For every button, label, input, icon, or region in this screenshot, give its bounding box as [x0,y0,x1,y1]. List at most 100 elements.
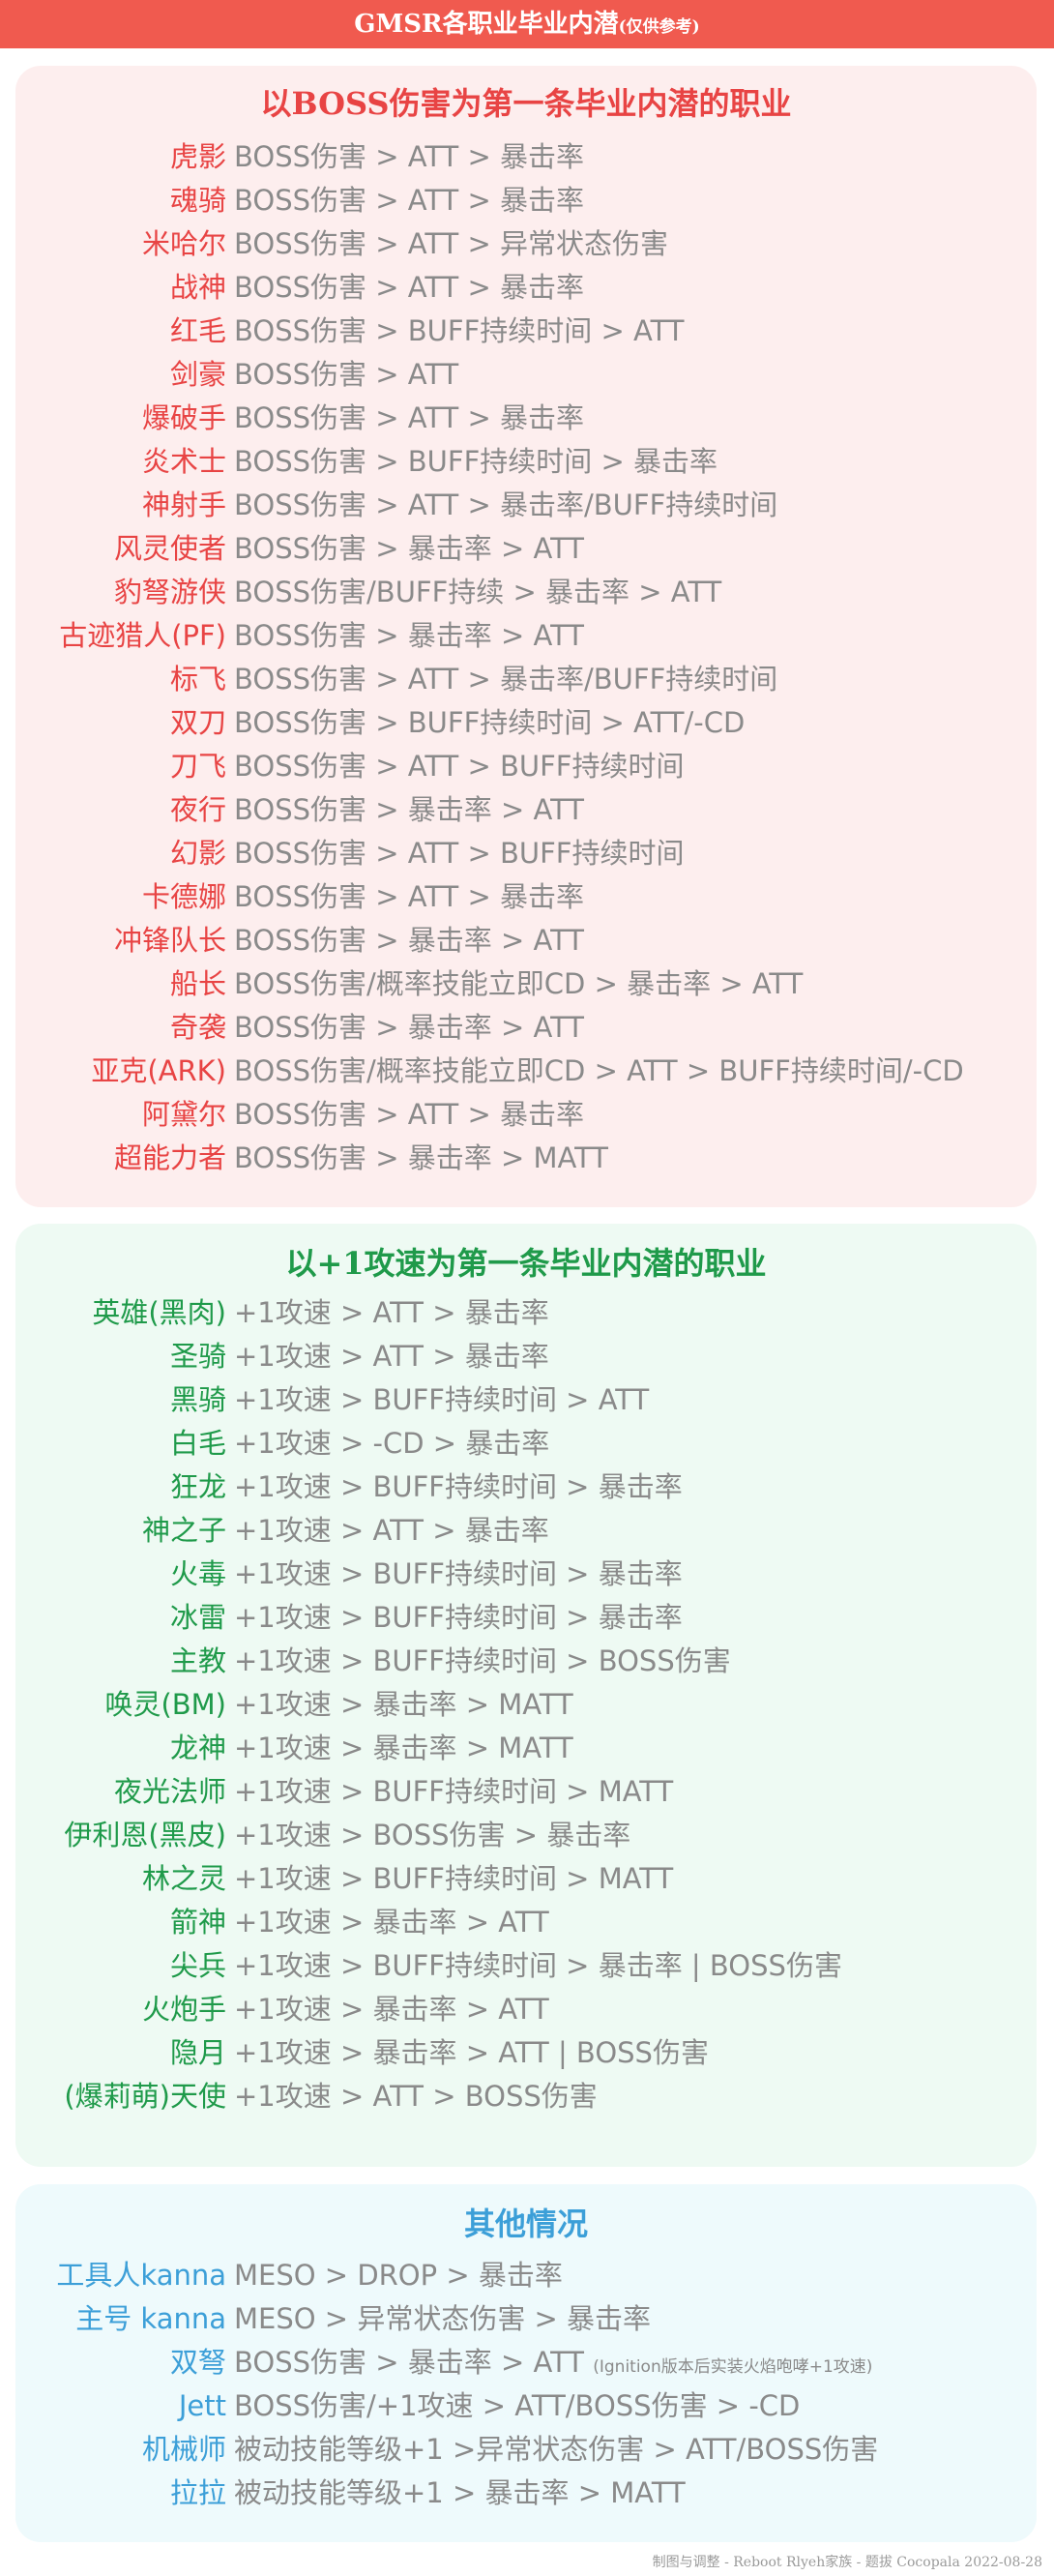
job-name: 冲锋队长 [113,924,226,957]
credits-footer: 制图与调整 - Reboot Rlyeh家族 - 题拔 Cocopala 202… [652,2555,1042,2570]
potential-priority: BOSS伤害 > ATT > 暴击率 [234,266,584,310]
potential-priority: MESO > DROP > 暴击率 [234,2254,563,2297]
potential-priority: BOSS伤害 > 暴击率 > ATT [234,788,584,832]
potential-priority: BOSS伤害 > ATT > 暴击率 [234,179,584,222]
priority-text: BOSS伤害 > ATT > 暴击率 [234,140,585,173]
potential-priority: +1攻速 > ATT > BOSS伤害 [234,2075,598,2118]
potential-priority: +1攻速 > 暴击率 > MATT [234,1683,573,1727]
job-name: 幻影 [169,837,226,870]
job-name: 尖兵 [169,1949,226,1982]
job-row: 古迹猎人(PF) BOSS伤害 > 暴击率 > ATT [15,614,1037,658]
priority-text: BOSS伤害 > 暴击率 > ATT [234,2346,594,2379]
potential-priority: BOSS伤害 > ATT > 暴击率/BUFF持续时间 [234,658,777,701]
job-row: 主号 kanna MESO > 异常状态伤害 > 暴击率 [15,2297,1037,2341]
priority-text: +1攻速 > BUFF持续时间 > 暴击率 | BOSS伤害 [234,1949,842,1982]
job-row: 风灵使者 BOSS伤害 > 暴击率 > ATT [15,527,1037,571]
job-name: 狂龙 [169,1470,226,1503]
potential-priority: +1攻速 > 暴击率 > ATT [234,1901,549,1944]
potential-priority: MESO > 异常状态伤害 > 暴击率 [234,2297,651,2341]
priority-text: BOSS伤害 > ATT > 暴击率 [234,401,585,434]
job-row: 双弩 BOSS伤害 > 暴击率 > ATT (Ignition版本后实装火焰咆哮+… [15,2341,1037,2384]
priority-text: BOSS伤害 > 暴击率 > ATT [234,924,585,957]
job-name: 拉拉 [169,2476,226,2509]
job-name: 神之子 [141,1514,226,1547]
priority-text: +1攻速 > BUFF持续时间 > MATT [234,1775,674,1808]
priority-text: BOSS伤害 > ATT > 暴击率 [234,271,585,304]
priority-text: BOSS伤害 > BUFF持续时间 > ATT/-CD [234,706,746,739]
potential-priority: +1攻速 > BUFF持续时间 > ATT [234,1378,649,1422]
job-name: 神射手 [141,489,226,521]
job-name: 双刀 [169,706,226,739]
priority-text: BOSS伤害 > ATT > 暴击率 [234,1098,585,1131]
job-name: 夜光法师 [113,1775,226,1808]
potential-priority: BOSS伤害 > ATT > BUFF持续时间 [234,745,685,788]
potential-priority: +1攻速 > BUFF持续时间 > MATT [234,1857,673,1901]
job-row: 标飞 BOSS伤害 > ATT > 暴击率/BUFF持续时间 [15,658,1037,701]
potential-priority: BOSS伤害 > BUFF持续时间 > ATT [234,310,685,353]
job-row: Jett BOSS伤害/+1攻速 > ATT/BOSS伤害 > -CD [15,2384,1037,2428]
job-row: 双刀 BOSS伤害 > BUFF持续时间 > ATT/-CD [15,701,1037,745]
job-name: 夜行 [169,793,226,826]
priority-text: BOSS伤害 > 暴击率 > ATT [234,619,585,652]
job-name: 风灵使者 [113,532,226,565]
section-attack-speed: 以+1攻速为第一条毕业内潜的职业 英雄(黑肉) +1攻速 > ATT > 暴击率圣… [15,1224,1037,2167]
job-name: 亚克(ARK) [91,1054,226,1087]
job-name: 标飞 [169,663,226,696]
potential-priority: BOSS伤害 > ATT > BUFF持续时间 [234,832,685,875]
priority-text: +1攻速 > ATT > BOSS伤害 [234,2080,598,2113]
potential-priority: BOSS伤害 > 暴击率 > MATT [234,1137,608,1180]
job-name: 黑骑 [169,1383,226,1416]
priority-text: 被动技能等级+1 > 暴击率 > MATT [234,2476,686,2509]
priority-text: BOSS伤害 > ATT > 异常状态伤害 [234,227,669,260]
potential-priority: BOSS伤害 > ATT > 暴击率 [234,1093,584,1137]
priority-text: +1攻速 > -CD > 暴击率 [234,1427,550,1460]
potential-priority: +1攻速 > 暴击率 > MATT [234,1727,573,1770]
job-row: 林之灵 +1攻速 > BUFF持续时间 > MATT [15,1857,1037,1901]
job-name: 炎术士 [141,445,226,478]
potential-priority: BOSS伤害 > ATT [234,353,458,397]
job-list: 英雄(黑肉) +1攻速 > ATT > 暴击率 圣骑 +1攻速 > ATT > 暴击率… [15,1291,1037,2118]
priority-text: BOSS伤害 > ATT > 暴击率/BUFF持续时间 [234,663,778,696]
potential-priority: +1攻速 > BUFF持续时间 > 暴击率 [234,1466,683,1509]
job-row: 红毛 BOSS伤害 > BUFF持续时间 > ATT [15,310,1037,353]
priority-text: BOSS伤害/概率技能立即CD > ATT > BUFF持续时间/-CD [234,1054,964,1087]
job-row: 冰雷 +1攻速 > BUFF持续时间 > 暴击率 [15,1596,1037,1640]
job-name: 林之灵 [141,1862,226,1895]
job-row: 夜行 BOSS伤害 > 暴击率 > ATT [15,788,1037,832]
job-name: 红毛 [169,314,226,347]
page-title-bar: GMSR各职业毕业内潜(仅供参考) [0,0,1054,48]
job-row: 米哈尔 BOSS伤害 > ATT > 异常状态伤害 [15,222,1037,266]
job-name: Jett [178,2389,226,2422]
section-title: 其他情况 [463,2206,588,2242]
job-name: 刀飞 [169,750,226,783]
potential-priority: BOSS伤害/概率技能立即CD > ATT > BUFF持续时间/-CD [234,1050,964,1093]
priority-text: BOSS伤害 > BUFF持续时间 > ATT [234,314,685,347]
priority-text: +1攻速 > 暴击率 > MATT [234,1688,573,1721]
job-name: 超能力者 [113,1141,226,1174]
job-name: 圣骑 [169,1340,226,1373]
potential-priority: +1攻速 > BUFF持续时间 > 暴击率 | BOSS伤害 [234,1944,842,1988]
job-name: 唤灵(BM) [104,1688,226,1721]
job-row: 炎术士 BOSS伤害 > BUFF持续时间 > 暴击率 [15,440,1037,484]
potential-priority: BOSS伤害 > 暴击率 > ATT [234,527,584,571]
job-row: 刀飞 BOSS伤害 > ATT > BUFF持续时间 [15,745,1037,788]
job-row: 英雄(黑肉) +1攻速 > ATT > 暴击率 [15,1291,1037,1335]
job-row: 超能力者 BOSS伤害 > 暴击率 > MATT [15,1137,1037,1180]
job-row: 白毛 +1攻速 > -CD > 暴击率 [15,1422,1037,1466]
job-name: 剑豪 [169,358,226,391]
potential-priority: +1攻速 > BOSS伤害 > 暴击率 [234,1814,630,1857]
page-title: GMSR各职业毕业内潜 [354,10,619,39]
potential-priority: +1攻速 > 暴击率 > ATT | BOSS伤害 [234,2031,709,2075]
potential-priority: +1攻速 > -CD > 暴击率 [234,1422,549,1466]
priority-note: (Ignition版本后实装火焰咆哮+1攻速) [593,2357,873,2377]
priority-text: +1攻速 > BUFF持续时间 > MATT [234,1862,674,1895]
job-row: 箭神 +1攻速 > 暴击率 > ATT [15,1901,1037,1944]
job-name: 工具人kanna [56,2259,226,2292]
job-row: 神之子 +1攻速 > ATT > 暴击率 [15,1509,1037,1553]
job-row: 阿黛尔 BOSS伤害 > ATT > 暴击率 [15,1093,1037,1137]
job-name: 英雄(黑肉) [92,1296,226,1329]
priority-text: BOSS伤害 > 暴击率 > ATT [234,532,585,565]
job-name: 双弩 [169,2346,226,2379]
job-row: 龙神 +1攻速 > 暴击率 > MATT [15,1727,1037,1770]
job-name: 奇袭 [169,1011,226,1044]
